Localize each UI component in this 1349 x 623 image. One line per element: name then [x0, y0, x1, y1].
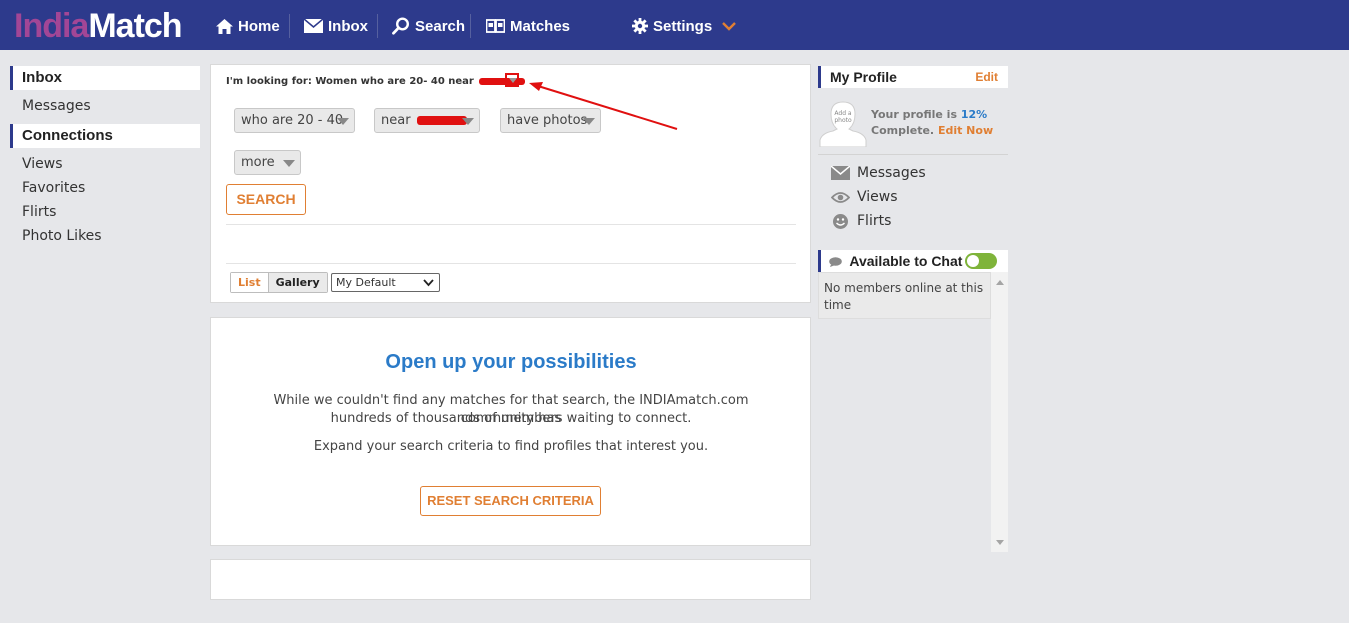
profile-messages-link[interactable]: Messages — [831, 163, 926, 183]
sidebar-item-photo-likes[interactable]: Photo Likes — [22, 228, 102, 244]
matches-icon — [486, 18, 505, 33]
sidebar-connections-heading: Connections — [10, 124, 200, 148]
looking-for-text: I'm looking for: Women who are 20- 40 ne… — [226, 76, 474, 87]
sidebar-item-views[interactable]: Views — [22, 156, 63, 172]
divider — [818, 154, 1008, 155]
no-members-message: No members online at this time — [818, 272, 991, 319]
smiley-icon — [833, 213, 848, 229]
completion-suffix: Complete. — [871, 124, 938, 137]
nav-search[interactable]: Search — [392, 15, 465, 37]
caret-down-icon — [337, 118, 349, 125]
logo-part-india: India — [14, 7, 89, 45]
my-profile-heading: My Profile Edit — [818, 66, 1008, 88]
divider — [226, 224, 796, 225]
nav-settings-label: Settings — [653, 17, 713, 35]
profile-flirts-label: Flirts — [857, 213, 892, 229]
gallery-view-button[interactable]: Gallery — [268, 273, 327, 292]
avatar-text-add: Add a — [834, 110, 852, 117]
more-filters-select[interactable]: more — [234, 150, 301, 175]
chat-scrollbar[interactable] — [991, 272, 1008, 552]
nav-separator — [377, 14, 378, 38]
edit-profile-link[interactable]: Edit — [975, 66, 998, 88]
my-profile-title: My Profile — [830, 69, 897, 85]
toggle-knob — [967, 255, 979, 267]
edit-now-link[interactable]: Edit Now — [938, 124, 993, 137]
location-value: near — [381, 113, 411, 128]
nav-matches[interactable]: Matches — [486, 15, 570, 37]
india-match-logo[interactable]: IndiaMatch — [14, 7, 183, 45]
eye-icon — [831, 191, 850, 203]
age-range-value: who are 20 - 40 — [241, 113, 344, 128]
avatar-text-photo: photo — [834, 117, 852, 124]
nav-separator — [289, 14, 290, 38]
available-to-chat-heading: Available to Chat — [818, 250, 1008, 272]
no-results-message-line2: hundreds of thousands of members waiting… — [330, 411, 692, 426]
reset-search-criteria-button[interactable]: RESET SEARCH CRITERIA — [420, 486, 601, 516]
location-select[interactable]: near — [374, 108, 480, 133]
sidebar-item-favorites[interactable]: Favorites — [22, 180, 85, 196]
scroll-down-arrow-icon[interactable] — [996, 540, 1004, 545]
profile-flirts-link[interactable]: Flirts — [831, 211, 891, 231]
list-view-button[interactable]: List — [231, 273, 269, 292]
online-members-list: No members online at this time — [818, 272, 1008, 552]
profile-views-label: Views — [857, 189, 898, 205]
no-results-panel: Open up your possibilities While we coul… — [210, 317, 811, 546]
nav-matches-label: Matches — [510, 17, 571, 35]
no-results-hint: Expand your search criteria to find prof… — [313, 439, 709, 454]
profile-messages-label: Messages — [857, 165, 926, 181]
envelope-icon — [831, 166, 850, 180]
sidebar-item-messages[interactable]: Messages — [22, 98, 91, 114]
add-photo-avatar[interactable]: Add a photo — [818, 99, 868, 147]
more-filters-value: more — [241, 155, 275, 170]
logo-part-match: Match — [88, 7, 182, 45]
age-range-select[interactable]: who are 20 - 40 — [234, 108, 355, 133]
no-members-line1: No members online at this — [824, 281, 984, 295]
no-members-line2: time — [824, 298, 852, 312]
profile-completion: Your profile is 12% Complete. Edit Now — [871, 107, 993, 139]
nav-search-label: Search — [415, 17, 466, 35]
annotation-arrow — [529, 82, 678, 130]
no-results-title: Open up your possibilities — [385, 351, 637, 373]
chevron-down-icon — [722, 21, 737, 31]
divider — [226, 263, 796, 264]
gear-icon — [632, 18, 648, 34]
nav-inbox[interactable]: Inbox — [304, 15, 368, 37]
looking-for-summary: I'm looking for: Women who are 20- 40 ne… — [226, 76, 526, 87]
nav-separator — [470, 14, 471, 38]
search-panel: I'm looking for: Women who are 20- 40 ne… — [210, 64, 811, 303]
view-mode-toggle: List Gallery — [230, 272, 328, 293]
sort-order-value: My Default — [336, 276, 396, 289]
search-icon — [392, 17, 410, 35]
sidebar-item-flirts[interactable]: Flirts — [22, 204, 56, 220]
nav-home-label: Home — [238, 17, 280, 35]
search-button[interactable]: SEARCH — [226, 184, 306, 215]
profile-views-link[interactable]: Views — [831, 187, 898, 207]
chat-availability-toggle[interactable] — [965, 253, 997, 269]
completion-prefix: Your profile is — [871, 108, 961, 121]
scroll-up-arrow-icon[interactable] — [996, 280, 1004, 285]
expand-criteria-toggle[interactable] — [505, 73, 519, 87]
chat-bubble-icon — [829, 257, 842, 268]
sidebar-inbox-heading: Inbox — [10, 66, 200, 90]
nav-home[interactable]: Home — [216, 15, 280, 37]
sort-order-select[interactable]: My Default — [331, 273, 440, 292]
nav-inbox-label: Inbox — [328, 17, 368, 35]
triangle-down-icon — [509, 78, 517, 83]
nav-settings[interactable]: Settings — [632, 15, 741, 37]
envelope-icon — [304, 19, 323, 33]
available-to-chat-label: Available to Chat — [849, 253, 963, 269]
chevron-down-icon — [423, 279, 434, 287]
caret-down-icon — [462, 118, 474, 125]
completion-percent: 12% — [960, 108, 988, 121]
top-nav-bar: IndiaMatch Home Inbox Search Matches Set… — [0, 0, 1349, 50]
home-icon — [216, 18, 233, 34]
results-footer-panel — [210, 559, 811, 600]
caret-down-icon — [283, 160, 295, 167]
redacted-location — [416, 116, 467, 125]
